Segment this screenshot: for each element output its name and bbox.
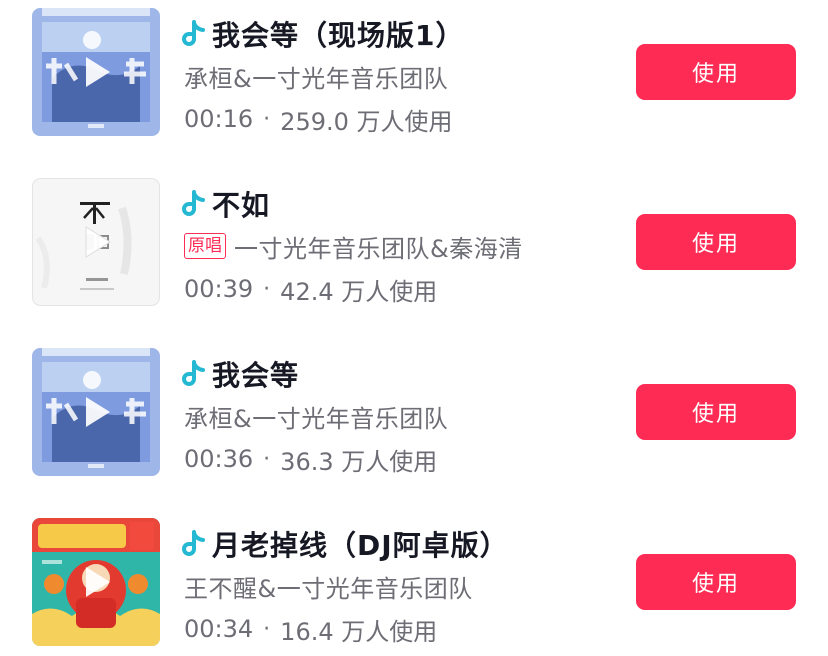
artist-line: 承桓&一寸光年音乐团队 bbox=[184, 398, 448, 434]
title-line: 我会等 bbox=[182, 354, 299, 394]
duration: 00:36 bbox=[184, 445, 254, 473]
usage-count: 16.4 万人使用 bbox=[280, 617, 438, 646]
title-line: 不如 bbox=[182, 184, 270, 224]
separator-dot: · bbox=[263, 616, 271, 642]
song-title: 月老掉线（DJ阿卓版） bbox=[212, 529, 509, 562]
artist-line: 王不醒&一寸光年音乐团队 bbox=[184, 568, 473, 604]
play-icon bbox=[86, 567, 110, 597]
music-list: 我会等（现场版1） 承桓&一寸光年音乐团队 00:16 · 259.0 万人使用… bbox=[0, 0, 828, 656]
music-note-icon bbox=[182, 190, 205, 216]
meta-line: 00:36 · 36.3 万人使用 bbox=[184, 442, 437, 476]
list-item-song[interactable]: 我会等（现场版1） 承桓&一寸光年音乐团队 00:16 · 259.0 万人使用… bbox=[0, 6, 828, 136]
list-item-song[interactable]: 不如 原唱 一寸光年音乐团队&秦海清 00:39 · 42.4 万人使用 使用 bbox=[0, 176, 828, 306]
artist-name: 一寸光年音乐团队&秦海清 bbox=[234, 234, 523, 263]
list-item-song[interactable]: 月老掉线（DJ阿卓版） 王不醒&一寸光年音乐团队 00:34 · 16.4 万人… bbox=[0, 516, 828, 646]
artist-name: 王不醒&一寸光年音乐团队 bbox=[184, 574, 473, 603]
artist-name: 承桓&一寸光年音乐团队 bbox=[184, 64, 449, 93]
song-title: 不如 bbox=[212, 189, 271, 222]
list-item-song[interactable]: 我会等 承桓&一寸光年音乐团队 00:36 · 36.3 万人使用 使用 bbox=[0, 346, 828, 476]
use-button[interactable]: 使用 bbox=[636, 214, 796, 270]
music-note-icon bbox=[182, 20, 205, 46]
album-cover[interactable] bbox=[32, 8, 160, 136]
album-cover[interactable] bbox=[32, 348, 160, 476]
artist-name: 承桓&一寸光年音乐团队 bbox=[184, 404, 449, 433]
song-title: 我会等 bbox=[212, 359, 300, 392]
artist-line: 承桓&一寸光年音乐团队 bbox=[184, 58, 448, 94]
play-icon bbox=[86, 57, 110, 87]
title-line: 月老掉线（DJ阿卓版） bbox=[182, 524, 509, 564]
use-button[interactable]: 使用 bbox=[636, 554, 796, 610]
play-icon bbox=[86, 397, 110, 427]
meta-line: 00:39 · 42.4 万人使用 bbox=[184, 272, 437, 306]
music-note-icon bbox=[182, 360, 205, 386]
song-title: 我会等（现场版1） bbox=[212, 19, 465, 52]
album-cover[interactable] bbox=[32, 518, 160, 646]
meta-line: 00:34 · 16.4 万人使用 bbox=[184, 612, 437, 646]
separator-dot: · bbox=[263, 106, 271, 132]
use-button[interactable]: 使用 bbox=[636, 44, 796, 100]
separator-dot: · bbox=[263, 276, 271, 302]
separator-dot: · bbox=[263, 446, 271, 472]
usage-count: 36.3 万人使用 bbox=[280, 447, 438, 476]
usage-count: 42.4 万人使用 bbox=[280, 277, 438, 306]
duration: 00:39 bbox=[184, 275, 254, 303]
artist-line: 原唱 一寸光年音乐团队&秦海清 bbox=[184, 228, 523, 264]
music-note-icon bbox=[182, 530, 205, 556]
duration: 00:16 bbox=[184, 105, 254, 133]
duration: 00:34 bbox=[184, 615, 254, 643]
album-cover[interactable] bbox=[32, 178, 160, 306]
use-button[interactable]: 使用 bbox=[636, 384, 796, 440]
usage-count: 259.0 万人使用 bbox=[280, 107, 453, 136]
play-icon bbox=[85, 226, 111, 258]
title-line: 我会等（现场版1） bbox=[182, 14, 464, 54]
meta-line: 00:16 · 259.0 万人使用 bbox=[184, 102, 453, 136]
original-badge: 原唱 bbox=[184, 233, 226, 259]
